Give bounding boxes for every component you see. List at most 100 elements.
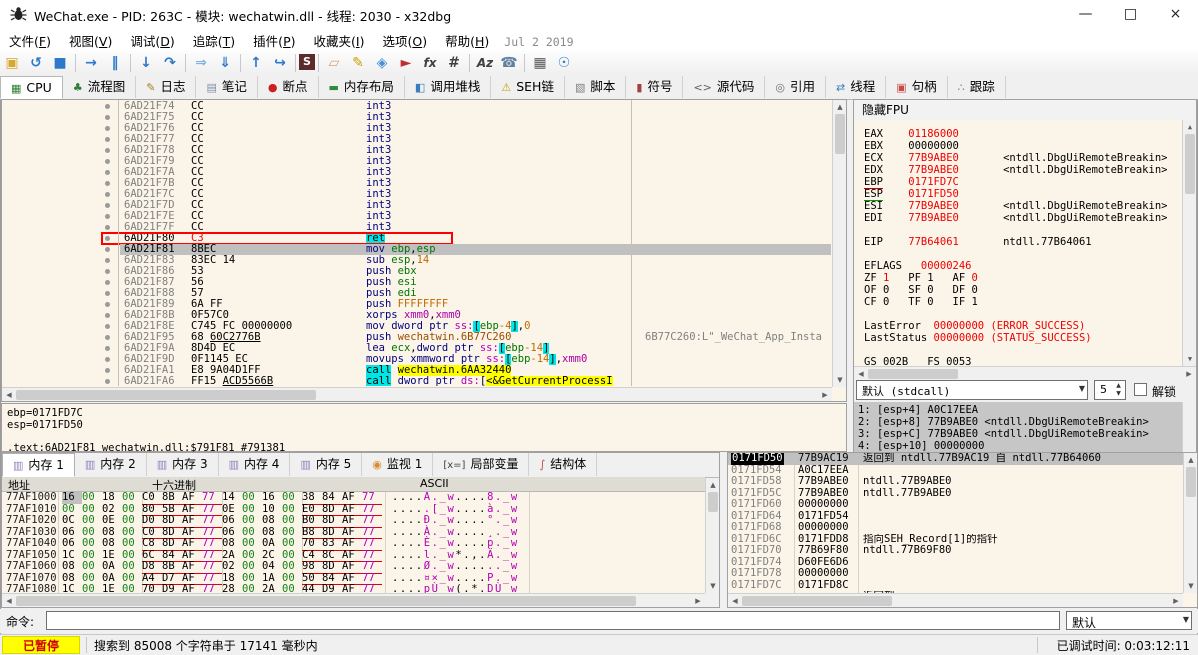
hash-icon[interactable]: # <box>442 52 466 74</box>
register-line[interactable]: EFLAGS 00000246 <box>864 260 971 272</box>
breakpoint-dot-icon[interactable] <box>105 137 110 142</box>
stack-row[interactable]: 0171FD7C0171FD8C <box>728 580 1183 592</box>
stack-row[interactable]: 0171FD6C0171FDD8指向SEH_Record[1]的指针 <box>728 534 1183 546</box>
breakpoint-dot-icon[interactable] <box>105 214 110 219</box>
breakpoint-dot-icon[interactable] <box>105 258 110 263</box>
step-over-icon[interactable]: ↷ <box>158 52 182 74</box>
skip-icon[interactable]: ⇒ <box>189 52 213 74</box>
breakpoint-dot-icon[interactable] <box>105 181 110 186</box>
comments-icon[interactable]: ✎ <box>346 52 370 74</box>
run-icon[interactable]: → <box>79 52 103 74</box>
bottom-tab-局部变量[interactable]: [x=]局部变量 <box>433 453 529 476</box>
stack-row[interactable]: 0171FD7077B69F80ntdll.77B69F80 <box>728 545 1183 557</box>
register-line[interactable]: LastStatus 00000000 (STATUS_SUCCESS) <box>864 332 1092 344</box>
stack-row[interactable]: 0171FD7800000000 <box>728 568 1183 580</box>
bottom-tab-内存 4[interactable]: ▥内存 4 <box>219 453 291 476</box>
breakpoint-dot-icon[interactable] <box>105 335 110 340</box>
breakpoint-dot-icon[interactable] <box>105 203 110 208</box>
dump-vertical-scrollbar[interactable]: ▲ ▼ <box>705 478 719 593</box>
breakpoint-dot-icon[interactable] <box>105 192 110 197</box>
disasm-vertical-scrollbar[interactable]: ▲ ▼ <box>832 100 846 387</box>
disasm-row[interactable]: 6AD21FA6FF15 ACD5566Bcall dword ptr ds:[… <box>2 376 831 386</box>
run-to-user-code-icon[interactable]: ↪ <box>268 52 292 74</box>
spinner-up-icon[interactable]: ▲ <box>1113 382 1124 390</box>
breakpoint-dot-icon[interactable] <box>105 269 110 274</box>
breakpoint-dot-icon[interactable] <box>105 313 110 318</box>
dump-row[interactable]: 77AF104006000800C88DAF7708000A007083AF77… <box>2 538 705 550</box>
register-line[interactable]: LastError 00000000 (ERROR_SUCCESS) <box>864 320 1085 332</box>
tab-断点[interactable]: ●断点 <box>258 76 319 98</box>
breakpoint-dot-icon[interactable] <box>105 324 110 329</box>
execute-till-return-icon[interactable]: ↑ <box>244 52 268 74</box>
settings-s-icon[interactable]: S <box>299 54 315 70</box>
argument-row[interactable]: 1: [esp+4] A0C17EEA <box>858 404 978 416</box>
breakpoint-dot-icon[interactable] <box>105 236 110 241</box>
dump-row[interactable]: 77AF100016001800C08BAF77140016003884AF77… <box>2 492 705 504</box>
pause-icon[interactable]: ‖ <box>103 52 127 74</box>
registers-list[interactable]: ▲ ▼ EAX 01186000EBX 00000000ECX 77B9ABE0… <box>854 120 1196 366</box>
breakpoint-dot-icon[interactable] <box>105 225 110 230</box>
stack-row[interactable]: 0171FD5C77B9ABE0ntdll.77B9ABE0 <box>728 488 1183 500</box>
minimize-button[interactable]: — <box>1063 0 1108 28</box>
maximize-button[interactable]: □ <box>1108 0 1153 28</box>
arg-count-spinner[interactable]: 5 ▲ ▼ <box>1094 380 1126 400</box>
bottom-tab-内存 5[interactable]: ▥内存 5 <box>290 453 362 476</box>
dump-row[interactable]: 77AF106008000A00D88BAF7702000400988DAF77… <box>2 561 705 573</box>
tab-内存布局[interactable]: ▬内存布局 <box>319 76 405 98</box>
breakpoint-dot-icon[interactable] <box>105 280 110 285</box>
argument-row[interactable]: 4: [esp+10] 00000000 <box>858 440 984 452</box>
calling-convention-select[interactable]: 默认 (stdcall) ▼ <box>856 380 1088 400</box>
dump-row[interactable]: 77AF10200C000E00D08DAF7706000800B08DAF77… <box>2 515 705 527</box>
spinner-down-icon[interactable]: ▼ <box>1113 390 1124 398</box>
breakpoint-dot-icon[interactable] <box>105 159 110 164</box>
tab-跟踪[interactable]: ∴跟踪 <box>948 76 1006 98</box>
breakpoint-dot-icon[interactable] <box>105 379 110 384</box>
breakpoint-dot-icon[interactable] <box>105 148 110 153</box>
tab-SEH链[interactable]: ⚠SEH链 <box>491 76 565 98</box>
register-line[interactable]: EDX 77B9ABE0 <ntdll.DbgUiRemoteBreakin> <box>864 164 1167 176</box>
registers-vertical-scrollbar[interactable]: ▲ ▼ <box>1182 120 1196 366</box>
register-line[interactable]: GS 002B FS 0053 <box>864 356 971 366</box>
register-line[interactable]: OF 0 SF 0 DF 0 <box>864 284 978 296</box>
bottom-tab-内存 1[interactable]: ▥内存 1 <box>2 453 75 477</box>
breakpoint-dot-icon[interactable] <box>105 126 110 131</box>
labels-icon[interactable]: ◈ <box>370 52 394 74</box>
close-button[interactable]: × <box>1153 0 1198 28</box>
argument-row[interactable]: 3: [esp+C] 77B9ABE0 <ntdll.DbgUiRemoteBr… <box>858 428 1149 440</box>
run-until-icon[interactable]: ⇓ <box>213 52 237 74</box>
breakpoint-dot-icon[interactable] <box>105 291 110 296</box>
register-line[interactable]: EBX 00000000 <box>864 140 959 152</box>
register-line[interactable]: ESI 77B9ABE0 <ntdll.DbgUiRemoteBreakin> <box>864 200 1167 212</box>
arguments-vertical-scrollbar[interactable] <box>1182 402 1196 453</box>
bottom-tab-内存 2[interactable]: ▥内存 2 <box>75 453 147 476</box>
register-line[interactable]: CF 0 TF 0 IF 1 <box>864 296 978 308</box>
register-line[interactable]: ZF 1 PF 1 AF 0 <box>864 272 978 284</box>
dump-row[interactable]: 77AF10801C001E0070D9AF7728002A0044D9AF77… <box>2 584 705 593</box>
breakpoint-dot-icon[interactable] <box>105 115 110 120</box>
unlock-checkbox[interactable] <box>1134 383 1147 396</box>
register-line[interactable]: EDI 77B9ABE0 <ntdll.DbgUiRemoteBreakin> <box>864 212 1167 224</box>
registers-horizontal-scrollbar[interactable]: ◀ ▶ <box>854 366 1196 380</box>
register-line[interactable]: ESP 0171FD50 <box>864 188 959 200</box>
stack-row[interactable]: 0171FD6000000000 <box>728 499 1183 511</box>
stack-vertical-scrollbar[interactable]: ▲ ▼ <box>1183 453 1197 593</box>
tab-源代码[interactable]: <>源代码 <box>683 76 765 98</box>
breakpoint-dot-icon[interactable] <box>105 302 110 307</box>
tab-调用堆栈[interactable]: ◧调用堆栈 <box>405 76 491 98</box>
breakpoint-dot-icon[interactable] <box>105 368 110 373</box>
case-az-icon[interactable]: Az <box>473 52 497 74</box>
stack-row[interactable]: 0171FD640171FD54 <box>728 511 1183 523</box>
command-input[interactable] <box>46 611 1060 630</box>
tab-流程图[interactable]: ♣流程图 <box>63 76 136 98</box>
bottom-tab-结构体[interactable]: ∫结构体 <box>529 453 597 476</box>
restart-icon[interactable]: ↺ <box>24 52 48 74</box>
bottom-tab-监视 1[interactable]: ◉监视 1 <box>362 453 433 476</box>
tab-引用[interactable]: ◎引用 <box>765 76 826 98</box>
breakpoint-dot-icon[interactable] <box>105 346 110 351</box>
tab-符号[interactable]: ▮符号 <box>626 76 683 98</box>
tab-CPU[interactable]: ▦CPU <box>0 76 63 99</box>
register-line[interactable]: ECX 77B9ABE0 <ntdll.DbgUiRemoteBreakin> <box>864 152 1167 164</box>
function-fx-icon[interactable]: fx <box>418 52 442 74</box>
register-line[interactable]: EBP 0171FD7C <box>864 176 959 188</box>
argument-row[interactable]: 2: [esp+8] 77B9ABE0 <ntdll.DbgUiRemoteBr… <box>858 416 1149 428</box>
